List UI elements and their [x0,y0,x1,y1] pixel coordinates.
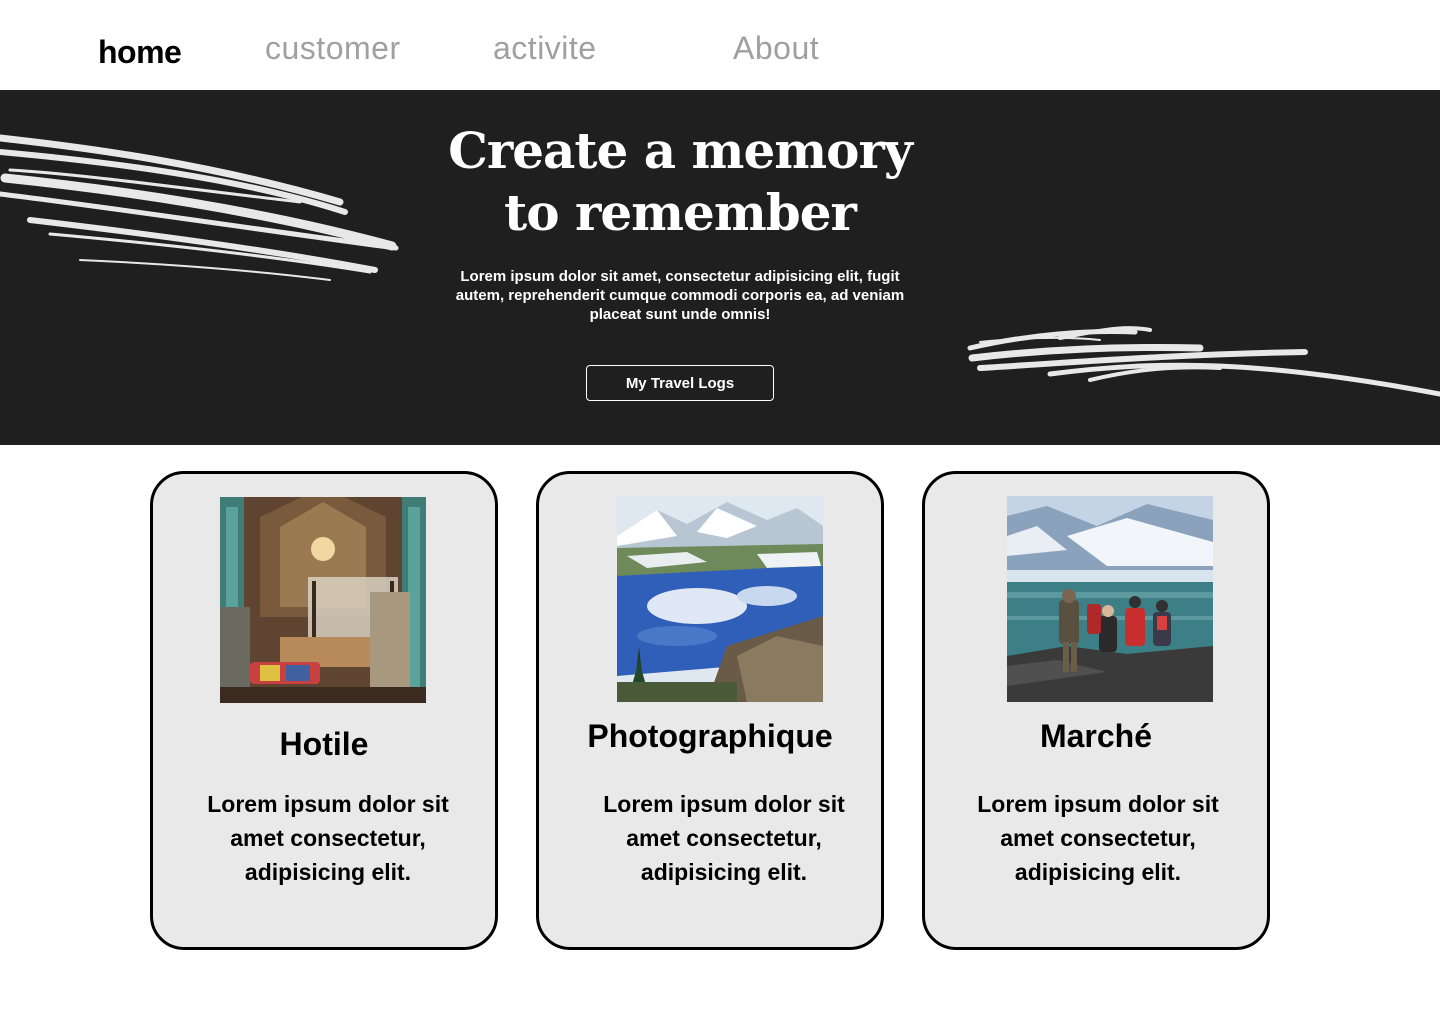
scribble-decoration-right [967,326,1440,397]
card-description: Lorem ipsum dolor sit amet consectetur, … [207,791,449,885]
hero-title-line-2: to remember [504,183,857,242]
nav-item-activite[interactable]: activite [493,30,597,67]
card-marche[interactable]: Marché Lorem ipsum dolor sit amet consec… [922,471,1270,950]
mountain-lake-photo [617,496,823,702]
card-description: Lorem ipsum dolor sit amet consectetur, … [603,791,845,885]
hero-title-line-1: Create a memory [448,121,913,180]
card-title: Marché [1039,718,1153,754]
card-description: Lorem ipsum dolor sit amet consectetur, … [977,791,1219,885]
hero-description: Lorem ipsum dolor sit amet, consectetur … [455,268,905,323]
card-title: Photographique [587,718,833,754]
card-photographique[interactable]: Photographique Lorem ipsum dolor sit ame… [536,471,884,950]
top-nav: home customer activite About [0,0,1440,90]
nav-item-home[interactable]: home [98,34,182,71]
card-hotile[interactable]: Hotile Lorem ipsum dolor sit amet consec… [150,471,498,950]
nav-item-customer[interactable]: customer [265,30,401,67]
hero-banner: Create a memory to remember Lorem ipsum … [0,90,1440,445]
glacier-hikers-photo [1007,496,1213,702]
my-travel-logs-button[interactable]: My Travel Logs [586,365,774,401]
card-title: Hotile [279,726,369,762]
scribble-decoration-left [0,134,399,281]
nav-item-about[interactable]: About [733,30,819,67]
hotel-room-photo [220,497,426,703]
hero-title: Create a memory to remember [360,120,1000,244]
